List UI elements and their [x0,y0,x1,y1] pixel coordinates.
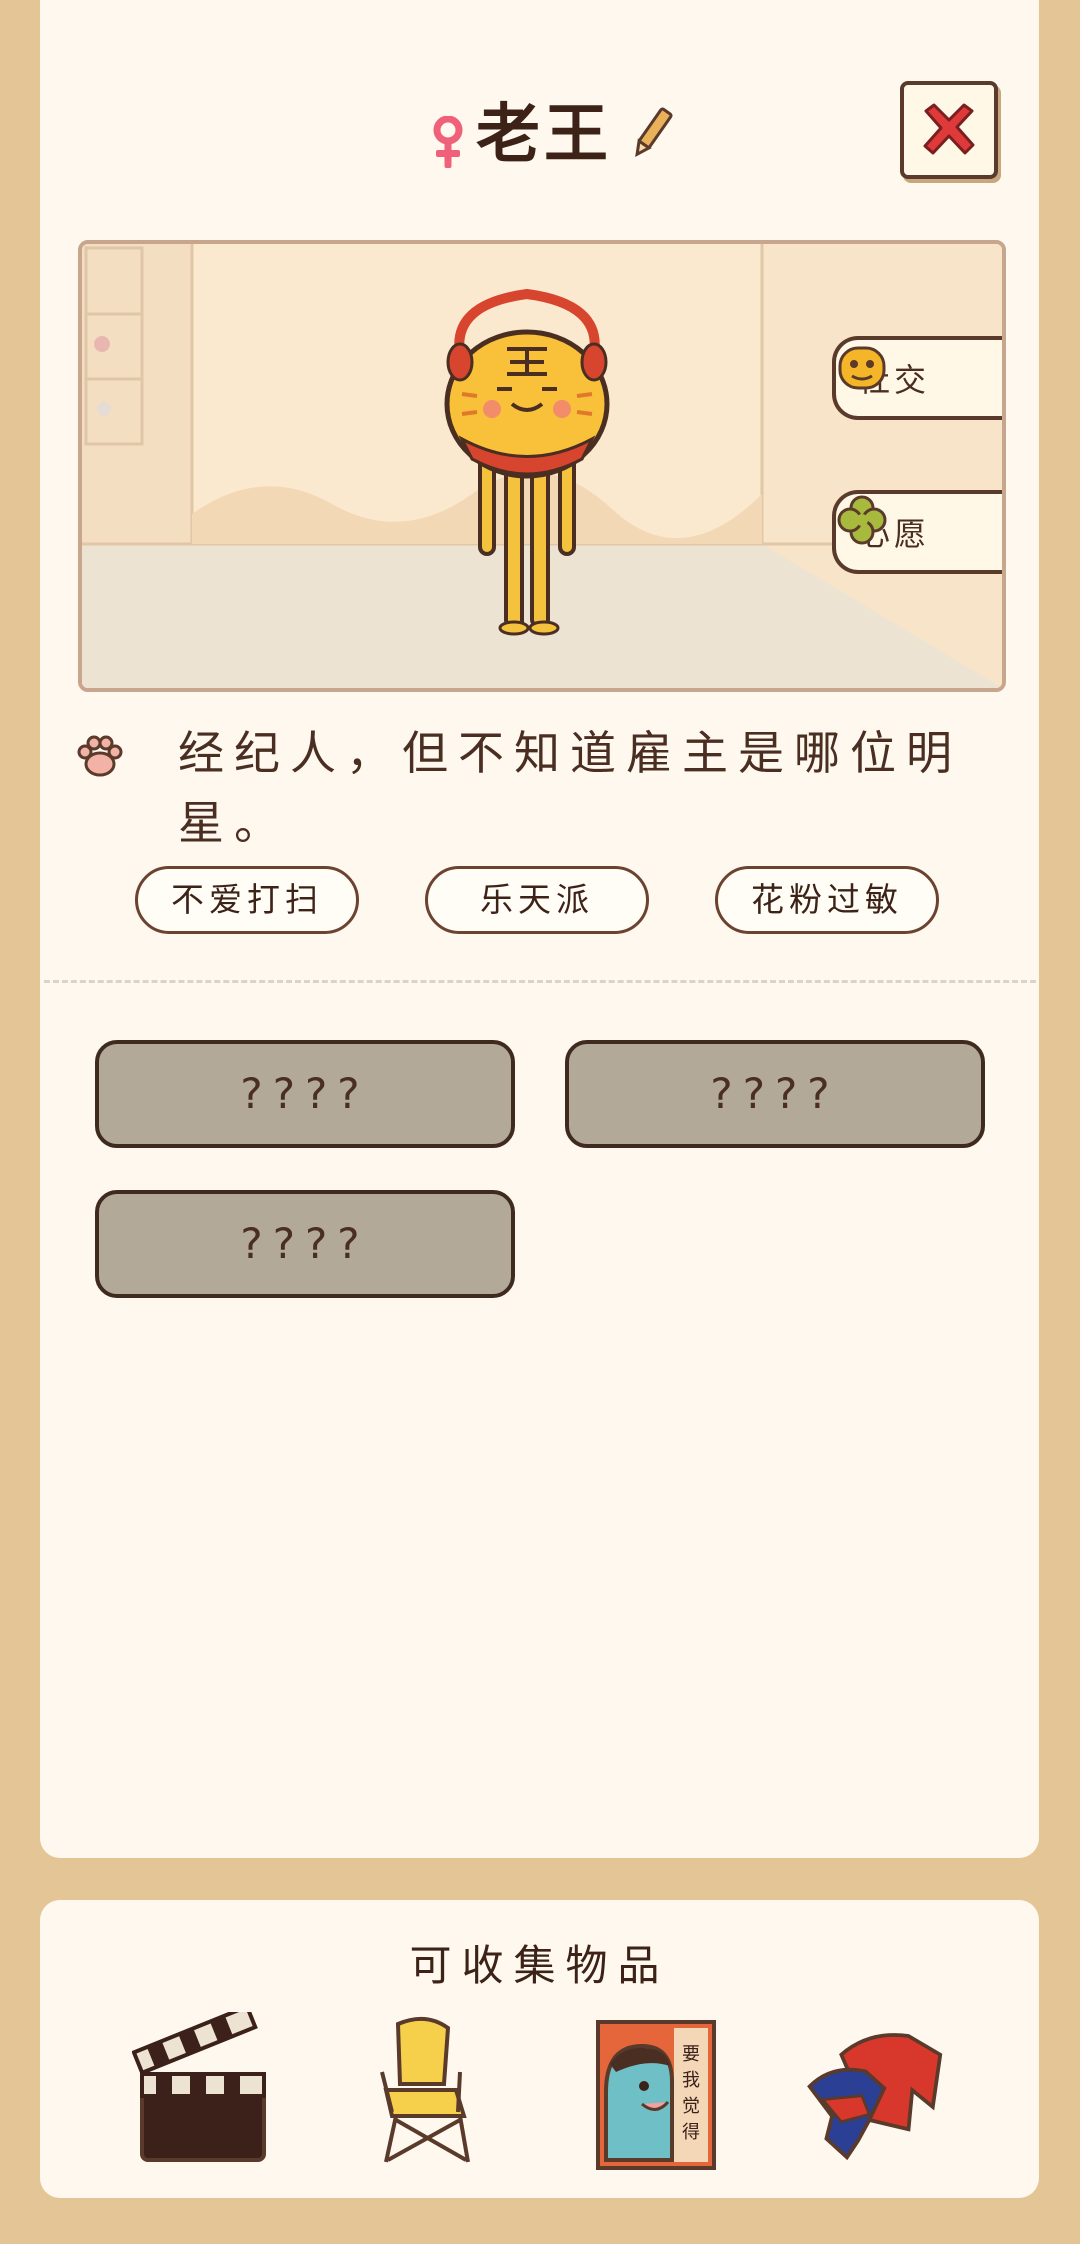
description-text: 经纪人，但不知道雇主是哪位明星。 [178,726,962,850]
pencil-edit-icon[interactable] [630,105,674,161]
character-name: 老王 [476,98,612,172]
clothes-icon[interactable] [804,2012,944,2172]
clover-icon [837,495,887,545]
folding-chair-icon[interactable] [356,2012,496,2172]
trait-tag: 花粉过敏 [715,866,939,934]
wish-button[interactable]: 心愿 [832,490,1002,574]
character-card: 老王 社交 心愿 经纪人，但不知道雇主是哪位明星。 不爱打扫 乐天派 花粉过敏 … [40,0,1039,1858]
trait-tag: 不爱打扫 [135,866,359,934]
room-background [82,244,1002,688]
locked-slot[interactable]: ???? [565,1040,985,1148]
dashed-divider [44,980,1036,983]
social-button[interactable]: 社交 [832,336,1002,420]
character-scene: 社交 心愿 [78,240,1006,692]
poster-icon[interactable]: 要 我 觉 得 [586,2012,726,2172]
svg-text:得: 得 [682,2122,700,2143]
locked-slot[interactable]: ???? [95,1190,515,1298]
paw-icon [77,735,123,777]
social-icon [838,346,886,390]
svg-text:我: 我 [682,2070,700,2091]
trait-tags: 不爱打扫 乐天派 花粉过敏 [40,866,1039,936]
clapperboard-icon[interactable] [132,2012,272,2172]
svg-text:觉: 觉 [682,2096,700,2117]
trait-tag: 乐天派 [425,866,649,934]
character-header: 老王 [40,81,1039,179]
svg-text:要: 要 [682,2044,700,2065]
locked-slot[interactable]: ???? [95,1040,515,1148]
collectibles-card: 可收集物品 要 我 觉 得 [40,1900,1039,2198]
female-icon [433,116,463,168]
close-x-icon [923,103,975,155]
collectibles-title: 可收集物品 [409,1941,670,1990]
close-button[interactable] [900,81,998,179]
